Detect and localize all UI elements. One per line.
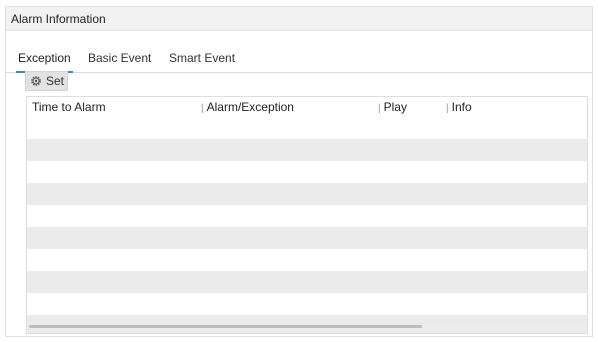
set-button-label: Set: [46, 74, 65, 88]
table-header: Time to Alarm | Alarm/Exception | Play | In…: [27, 97, 587, 117]
column-separator: |: [201, 103, 204, 114]
tab-basic-event[interactable]: Basic Event: [88, 51, 151, 73]
table-row: [27, 293, 587, 315]
column-separator: |: [446, 103, 449, 114]
table-row: [27, 227, 587, 249]
tab-smart-event[interactable]: Smart Event: [169, 51, 235, 73]
set-button[interactable]: Set: [25, 71, 68, 91]
gear-icon: [30, 75, 42, 87]
column-header-alarm-exception[interactable]: | Alarm/Exception: [201, 100, 294, 114]
table-row: [27, 249, 587, 271]
column-header-info[interactable]: | Info: [446, 100, 472, 114]
alarm-information-window: Alarm Information Exception Basic Event …: [5, 6, 593, 337]
column-header-time-to-alarm[interactable]: Time to Alarm: [32, 100, 106, 114]
tab-exception[interactable]: Exception: [16, 51, 73, 73]
window-title: Alarm Information: [11, 12, 106, 26]
scrollbar-thumb[interactable]: [29, 325, 422, 328]
table-row: [27, 117, 587, 139]
column-separator: |: [378, 103, 381, 114]
alarm-table: Time to Alarm | Alarm/Exception | Play | In…: [26, 96, 588, 334]
table-row: [27, 139, 587, 161]
table-body: [27, 117, 587, 333]
tab-bar: Exception Basic Event Smart Event: [6, 49, 592, 73]
table-row: [27, 205, 587, 227]
horizontal-scrollbar[interactable]: [27, 325, 587, 328]
table-row: [27, 271, 587, 293]
title-bar: Alarm Information: [6, 7, 592, 31]
table-row: [27, 161, 587, 183]
column-header-play[interactable]: | Play: [378, 100, 407, 114]
table-row: [27, 183, 587, 205]
